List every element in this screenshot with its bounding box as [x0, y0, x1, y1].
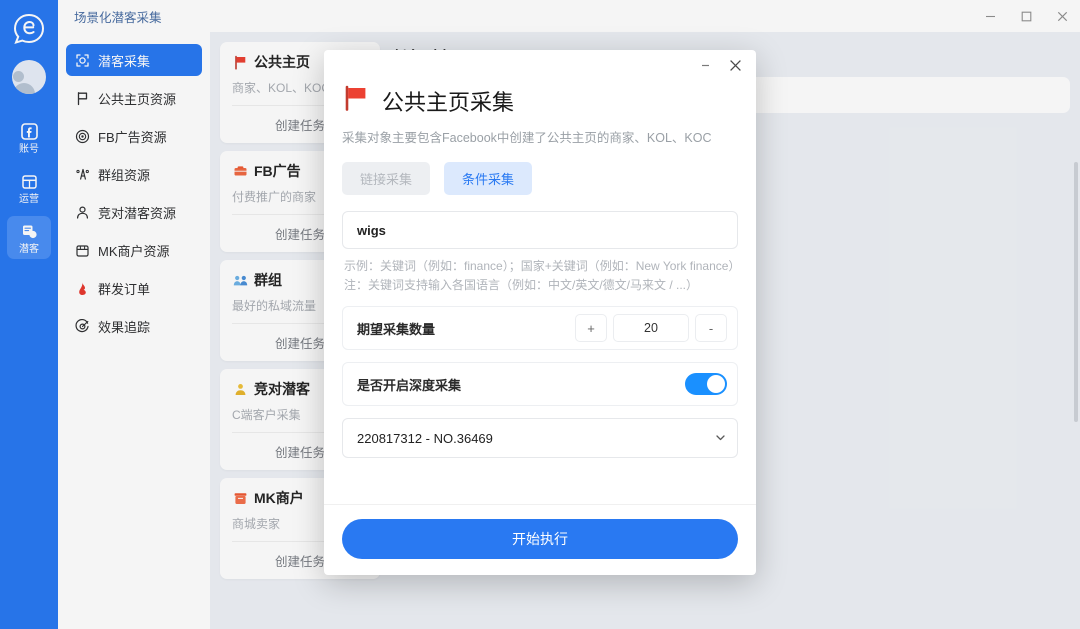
chevron-down-icon	[716, 433, 725, 444]
quantity-value[interactable]: 20	[613, 314, 689, 342]
quantity-row: 期望采集数量 + 20 -	[342, 306, 738, 350]
modal-close-icon[interactable]	[720, 50, 750, 80]
modal-title: 公共主页采集	[382, 85, 514, 117]
hint-line-2: 注：关键词支持输入各国语言（例如：中文/英文/德文/马来文 / ...）	[344, 276, 738, 295]
modal-subtitle: 采集对象主要包含Facebook中创建了公共主页的商家、KOL、KOC	[342, 127, 738, 146]
quantity-stepper: + 20 -	[575, 314, 727, 342]
modal-body: 公共主页采集 采集对象主要包含Facebook中创建了公共主页的商家、KOL、K…	[324, 82, 756, 504]
deep-collection-toggle[interactable]	[685, 373, 727, 395]
hint-line-1: 示例：关键词（例如：finance）；国家+关键词（例如：New York fi…	[344, 257, 738, 276]
modal-minimize-button[interactable]	[690, 50, 720, 80]
collection-modal: 公共主页采集 采集对象主要包含Facebook中创建了公共主页的商家、KOL、K…	[324, 50, 756, 575]
modal-window-controls	[324, 50, 756, 82]
start-execution-button[interactable]: 开始执行	[342, 519, 738, 559]
quantity-label: 期望采集数量	[357, 319, 435, 338]
account-select[interactable]: 220817312 - NO.36469	[342, 418, 738, 458]
app-window: 账号 运营	[0, 0, 1080, 629]
tab-link-collection[interactable]: 链接采集	[342, 162, 430, 195]
deep-collection-label: 是否开启深度采集	[357, 375, 461, 394]
collection-mode-tabs: 链接采集 条件采集	[342, 162, 738, 195]
quantity-decrement-button[interactable]: -	[695, 314, 727, 342]
tab-condition-collection[interactable]: 条件采集	[444, 162, 532, 195]
quantity-increment-button[interactable]: +	[575, 314, 607, 342]
keyword-input-wrapper[interactable]: wigs	[342, 211, 738, 249]
red-flag-icon	[342, 84, 370, 117]
keyword-input[interactable]: wigs	[357, 223, 386, 238]
deep-collection-row: 是否开启深度采集	[342, 362, 738, 406]
toggle-knob	[707, 375, 725, 393]
modal-title-row: 公共主页采集	[342, 84, 738, 117]
keyword-hint: 示例：关键词（例如：finance）；国家+关键词（例如：New York fi…	[344, 257, 738, 294]
account-select-value: 220817312 - NO.36469	[357, 431, 493, 446]
modal-footer: 开始执行	[324, 504, 756, 575]
